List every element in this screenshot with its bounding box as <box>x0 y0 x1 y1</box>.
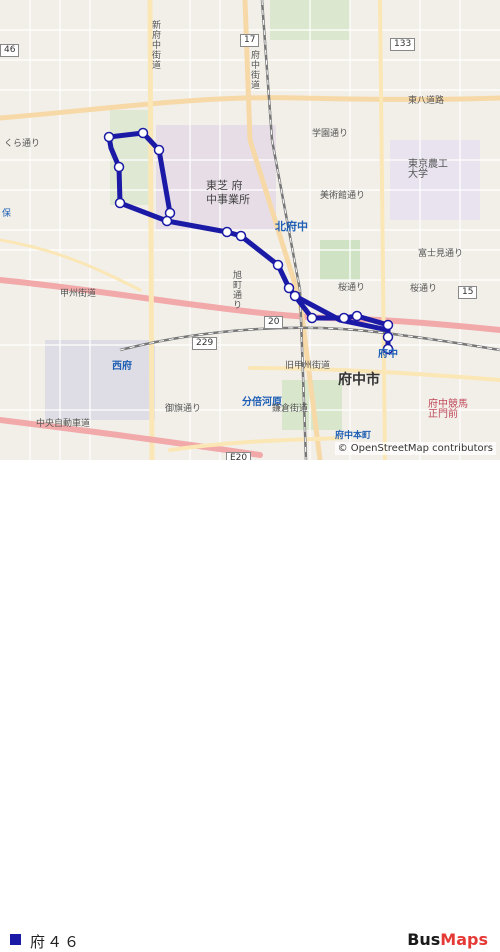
bus-stop-marker[interactable] <box>161 215 173 227</box>
shield-route-229: 229 <box>192 337 218 350</box>
brand-part-b: Maps <box>440 930 488 949</box>
shield-route-46: 46 <box>0 44 20 57</box>
label-asahi-dori: 旭町通り <box>231 270 241 310</box>
label-fuchu-station: 府中 <box>378 349 398 360</box>
label-kamakura-kaido: 鎌倉街道 <box>272 404 309 414</box>
label-toshiba: 東芝 府 <box>206 179 243 192</box>
bus-stop-marker[interactable] <box>289 290 301 302</box>
label-kura-dori: くら通り <box>4 139 41 149</box>
label-university: 東京農工 大学 <box>408 159 448 180</box>
brand-part-a: Bus <box>407 930 441 949</box>
bus-stop-marker[interactable] <box>114 197 126 209</box>
label-jigyousho: 中事業所 <box>206 193 250 206</box>
route-name-label: 府４６ <box>30 933 82 951</box>
label-shinfuchu-kaido: 新府中街道 <box>150 20 160 70</box>
label-fuchuhonmachi-station: 府中本町 <box>335 431 372 441</box>
label-kitafuchu-station: 北府中 <box>275 220 308 233</box>
label-keiba-station: 府中競馬 正門前 <box>428 399 468 420</box>
map-canvas[interactable]: 東芝 府 中事業所 北府中 府中市 府中 分倍河原 府中本町 府中競馬 正門前 … <box>0 0 500 460</box>
label-bijutsukan-dori: 美術館通り <box>320 191 366 201</box>
bus-stop-marker[interactable] <box>306 312 318 324</box>
label-sakura-dori-2: 桜通り <box>410 284 438 294</box>
label-nishifu-station: 西府 <box>112 361 132 372</box>
label-fuchu-city: 府中市 <box>338 372 380 388</box>
shield-route-17: 17 <box>240 34 260 47</box>
shield-route-15: 15 <box>458 286 478 299</box>
label-mihata-dori: 御旗通り <box>165 404 202 414</box>
bus-stop-marker[interactable] <box>351 310 363 322</box>
label-fuchu-kaido: 府中街道 <box>249 50 259 90</box>
label-higashi-hachi: 東八道路 <box>408 96 445 106</box>
bus-stop-marker[interactable] <box>221 226 233 238</box>
bus-stop-marker[interactable] <box>235 230 247 242</box>
shield-route-20: 20 <box>264 316 284 329</box>
bus-stop-marker[interactable] <box>382 331 394 343</box>
label-sakura-dori: 桜通り <box>338 283 366 293</box>
industrial-area-2 <box>45 340 155 420</box>
shield-route-133: 133 <box>390 38 416 51</box>
label-koshu-kaido: 甲州街道 <box>60 289 97 299</box>
bus-stop-marker[interactable] <box>103 131 115 143</box>
route-color-swatch <box>10 934 21 945</box>
label-ho: 保 <box>2 209 12 219</box>
park-area-2 <box>320 240 360 280</box>
label-gakuen-dori: 学園通り <box>312 129 349 139</box>
bus-stop-marker[interactable] <box>272 259 284 271</box>
bus-stop-marker[interactable] <box>113 161 125 173</box>
label-kyu-koshu-kaido: 旧甲州街道 <box>285 361 331 371</box>
label-chuo-expressway: 中央自動車道 <box>36 419 91 429</box>
bus-stop-marker[interactable] <box>382 319 394 331</box>
legend-footer: 府４６ BusMaps <box>0 460 500 951</box>
bus-stop-marker[interactable] <box>338 312 350 324</box>
map-attribution[interactable]: © OpenStreetMap contributors <box>334 442 496 455</box>
bus-stop-marker[interactable] <box>137 127 149 139</box>
campus-area <box>390 140 480 220</box>
bus-stop-marker[interactable] <box>283 282 295 294</box>
bus-stop-marker[interactable] <box>153 144 165 156</box>
shield-e20: E20 <box>226 452 252 460</box>
label-fujimi-dori: 富士見通り <box>418 249 464 259</box>
busmaps-logo[interactable]: BusMaps <box>407 930 488 949</box>
